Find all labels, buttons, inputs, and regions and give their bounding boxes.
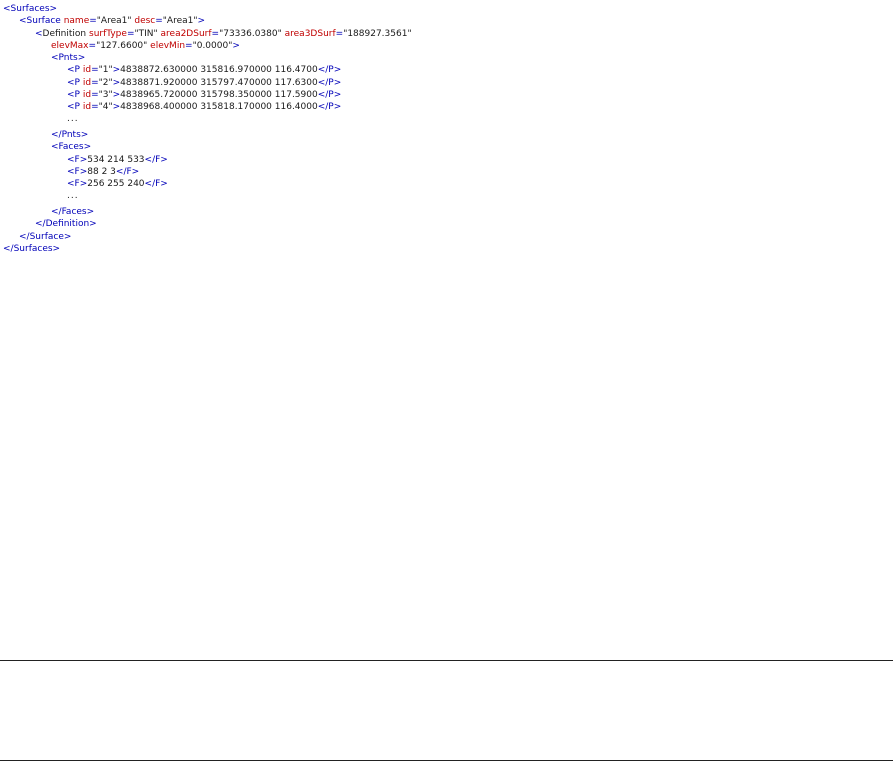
xml-tag: </P> — [317, 102, 342, 112]
xml-tag: <P — [67, 89, 83, 100]
xml-line: <P id="3">4838965.720000 315798.350000 1… — [3, 89, 893, 101]
xml-tag: = — [211, 28, 220, 39]
xml-line: <F>88 2 3</F> — [3, 166, 893, 178]
xml-line: <P id="1">4838872.630000 315816.970000 1… — [3, 64, 893, 76]
xml-text: Definition — [42, 28, 89, 39]
xml-tag: </F> — [115, 166, 140, 177]
xml-attribute: area2DSurf — [160, 28, 212, 39]
xml-line: </Definition> — [3, 218, 893, 230]
xml-attribute-value: "0.0000" — [192, 40, 233, 51]
xml-line: </Faces> — [3, 206, 893, 218]
xml-line: </Surfaces> — [3, 243, 893, 255]
xml-tag: = — [155, 16, 163, 27]
xml-tag: <F> — [67, 166, 88, 177]
xml-line: <Definition surfType="TIN" area2DSurf="7… — [3, 28, 893, 40]
xml-tag: = — [91, 102, 99, 112]
xml-attribute: desc — [134, 16, 156, 27]
xml-tag: <P — [67, 102, 83, 112]
xml-tag: </Faces> — [51, 207, 95, 217]
xml-line: ... — [3, 190, 893, 202]
xml-tag: = — [91, 89, 99, 100]
xml-tag: </F> — [144, 154, 168, 165]
xml-line: <P id="4">4838968.400000 315818.170000 1… — [3, 101, 893, 113]
xml-attribute-value: "127.6600" — [96, 40, 151, 51]
xml-tag: <F> — [67, 154, 88, 165]
xml-line: ... — [3, 113, 893, 125]
xml-attribute: name — [63, 16, 90, 27]
xml-tag: </P> — [317, 65, 342, 76]
xml-ellipsis: ... — [67, 191, 79, 202]
horizontal-rule-top — [0, 660, 893, 661]
horizontal-rule-bottom — [0, 760, 893, 761]
xml-line: <F>534 214 533</F> — [3, 154, 893, 166]
xml-text: 4838968.400000 315818.170000 116.4000 — [120, 102, 318, 112]
xml-line: <P id="2">4838871.920000 315797.470000 1… — [3, 77, 893, 89]
xml-attribute: id — [82, 89, 92, 100]
xml-tag: </P> — [317, 77, 342, 88]
xml-attribute: id — [82, 65, 92, 76]
xml-tag: </Definition> — [35, 219, 97, 230]
xml-attribute-value: "2" — [98, 77, 113, 88]
xml-line: </Pnts> — [3, 129, 893, 141]
xml-attribute-value: "4" — [98, 102, 113, 112]
xml-attribute-value: "3" — [98, 89, 113, 100]
xml-attribute-value: "188927.3561" — [343, 28, 412, 39]
xml-attribute: elevMax — [51, 40, 89, 51]
xml-tag: </F> — [144, 179, 168, 189]
xml-tag: </Surfaces> — [3, 243, 61, 254]
xml-attribute-value: "1" — [98, 65, 113, 76]
xml-tag: </Surface> — [19, 231, 72, 242]
xml-tag: = — [185, 40, 193, 51]
xml-tag: <F> — [67, 179, 88, 189]
xml-text: 4838872.630000 315816.970000 116.4700 — [120, 65, 318, 76]
xml-attribute: id — [82, 77, 92, 88]
xml-tag: <Pnts> — [51, 53, 86, 63]
xml-attribute-value: "Area1" — [162, 16, 198, 27]
xml-line: <F>256 255 240</F> — [3, 178, 893, 190]
xml-attribute: id — [82, 102, 92, 112]
xml-attribute-value: "73336.0380" — [219, 28, 285, 39]
xml-tag: = — [88, 40, 97, 51]
xml-tag: <P — [67, 77, 83, 88]
xml-line: <Pnts> — [3, 52, 893, 64]
xml-text: 88 2 3 — [87, 166, 116, 177]
xml-tag: < — [35, 28, 43, 39]
xml-tag: <Surfaces> — [3, 4, 58, 14]
xml-tag: > — [197, 16, 206, 27]
xml-tag: </Pnts> — [51, 130, 89, 140]
xml-line: elevMax="127.6600" elevMin="0.0000"> — [3, 40, 893, 52]
xml-ellipsis: ... — [67, 114, 79, 125]
xml-attribute-value: "Area1" — [96, 16, 135, 27]
xml-attribute: elevMin — [150, 40, 186, 51]
xml-tag: = — [91, 65, 99, 76]
xml-text: 256 255 240 — [87, 179, 145, 189]
xml-attribute-value: "TIN" — [134, 28, 161, 39]
xml-tag: <Surface — [19, 16, 64, 27]
xml-text: 534 214 533 — [87, 154, 145, 165]
xml-tag: <P — [67, 65, 83, 76]
xml-tag: > — [232, 40, 240, 51]
xml-tag: = — [91, 77, 99, 88]
xml-text: 4838965.720000 315798.350000 117.5900 — [120, 89, 318, 100]
xml-tag: </P> — [317, 89, 342, 100]
xml-tag: = — [89, 16, 97, 27]
xml-attribute: surfType — [89, 28, 127, 39]
xml-attribute: area3DSurf — [284, 28, 336, 39]
xml-line: </Surface> — [3, 231, 893, 243]
xml-tag: <Faces> — [51, 142, 92, 153]
xml-code-view: <Surfaces> <Surface name="Area1" desc="Ar… — [3, 3, 893, 255]
xml-line: <Faces> — [3, 141, 893, 153]
xml-text: 4838871.920000 315797.470000 117.6300 — [120, 77, 318, 88]
xml-line: <Surfaces> — [3, 3, 893, 15]
xml-line: <Surface name="Area1" desc="Area1"> — [3, 15, 893, 27]
